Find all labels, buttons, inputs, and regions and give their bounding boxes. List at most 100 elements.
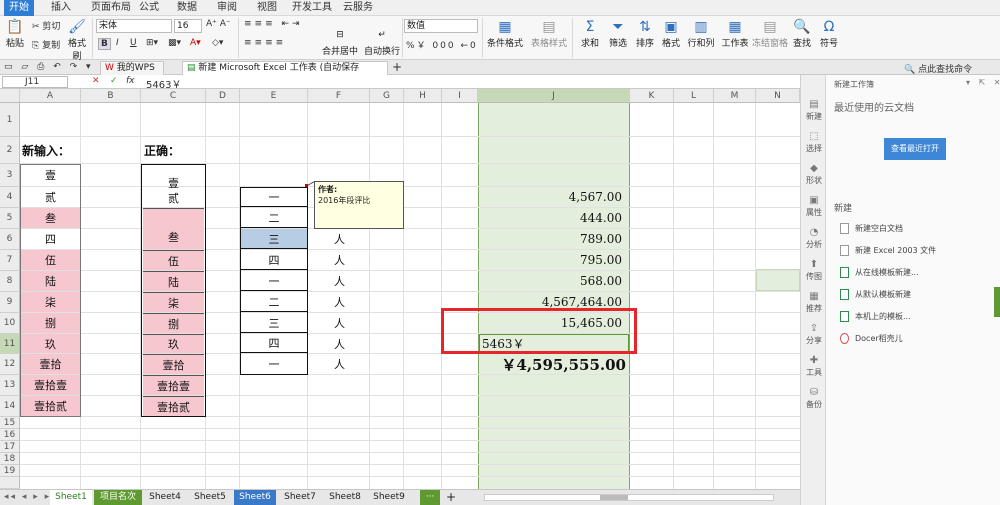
command-search[interactable]: 🔍 点此查找命令 — [904, 62, 972, 75]
italic-button[interactable]: I — [116, 38, 119, 48]
scrollbar-thumb[interactable] — [600, 495, 628, 500]
cell-c5[interactable]: 叁 — [143, 208, 204, 249]
cell-e7[interactable]: 四 — [241, 250, 307, 270]
cell-f6[interactable]: 人 — [334, 229, 345, 249]
sheet-tab-sheet9[interactable]: Sheet9 — [368, 490, 410, 505]
sidenav-property[interactable]: ▣ 属性 — [801, 195, 827, 218]
cell-a6[interactable]: 四 — [21, 229, 80, 249]
underline-button[interactable]: U — [130, 38, 137, 48]
confirm-icon[interactable]: ✓ — [110, 76, 118, 86]
cell-c9[interactable]: 柒 — [143, 292, 204, 312]
cell-e10[interactable]: 三 — [241, 313, 307, 333]
row-header-14[interactable]: 14 — [0, 396, 20, 417]
name-box[interactable]: J11 — [2, 76, 68, 88]
menu-data[interactable]: 数据 — [172, 0, 202, 16]
merge-center-button[interactable]: ⊟ 合并居中 — [318, 30, 362, 57]
menu-page-layout[interactable]: 页面布局 — [84, 0, 138, 16]
row-header-1[interactable]: 1 — [0, 103, 20, 137]
row-header-7[interactable]: 7 — [0, 250, 20, 271]
menu-cloud[interactable]: 云服务 — [338, 0, 378, 16]
menu-insert[interactable]: 插入 — [46, 0, 76, 16]
number-format-icons[interactable]: %￥ 000 ←0 — [406, 38, 478, 51]
panel-item-default-template[interactable]: 从默认模板新建 — [840, 289, 911, 300]
row-header-6[interactable]: 6 — [0, 229, 20, 250]
row-header-13[interactable]: 13 — [0, 375, 20, 396]
cell-f7[interactable]: 人 — [334, 250, 345, 270]
sidenav-tools[interactable]: ✚ 工具 — [801, 355, 827, 378]
sheet-tab-sheet4[interactable]: Sheet4 — [144, 490, 186, 505]
cell-e11[interactable]: 四 — [241, 334, 307, 353]
cell-f12[interactable]: 人 — [334, 354, 345, 374]
format-painter-button[interactable]: 🖌 格式刷 — [64, 18, 90, 62]
cell-c2[interactable]: 正确： — [144, 137, 180, 163]
align-left-icons[interactable]: ≡≡≡≡ — [244, 38, 286, 48]
comment-box[interactable]: 作者: 2016年段评比 — [314, 181, 404, 229]
cell-a9[interactable]: 柒 — [21, 292, 80, 312]
worksheet-button[interactable]: ▦ 工作表 — [718, 18, 752, 49]
panel-item-excel2003[interactable]: 新建 Excel 2003 文件 — [840, 245, 936, 256]
col-header-f[interactable]: F — [308, 89, 370, 103]
row-header-2[interactable]: 2 — [0, 137, 20, 164]
row-col-button[interactable]: ▥ 行和列 — [684, 18, 718, 49]
cell-f8[interactable]: 人 — [334, 271, 345, 291]
sheet-tab-sheet7[interactable]: Sheet7 — [278, 490, 322, 505]
col-header-d[interactable]: D — [206, 89, 240, 103]
cell-f9[interactable]: 人 — [334, 292, 345, 312]
sum-button[interactable]: Σ 求和 — [576, 18, 604, 49]
cell-j8[interactable]: 568.00 — [480, 271, 622, 291]
font-grow-icon[interactable]: A⁺ A⁻ — [206, 19, 231, 29]
menu-review[interactable]: 审阅 — [212, 0, 242, 16]
cell-a13[interactable]: 壹拾壹 — [21, 375, 80, 395]
sort-button[interactable]: ⇅ 排序 — [632, 18, 658, 49]
cell-c7[interactable]: 伍 — [143, 250, 204, 270]
menu-view[interactable]: 视图 — [252, 0, 282, 16]
number-format-select[interactable]: 数值 — [404, 19, 478, 33]
row-header-19[interactable]: 19 — [0, 465, 20, 477]
row-header-17[interactable]: 17 — [0, 441, 20, 453]
border-button[interactable]: ⊞▾ — [146, 38, 158, 48]
col-header-g[interactable]: G — [370, 89, 404, 103]
cell-e5[interactable]: 二 — [241, 208, 307, 228]
col-header-i[interactable]: I — [442, 89, 478, 103]
cell-f11[interactable]: 人 — [334, 334, 345, 353]
cell-a5[interactable]: 叁 — [21, 208, 80, 228]
fx-button[interactable]: fx — [126, 76, 135, 86]
sheet-more-button[interactable]: ··· — [420, 490, 440, 505]
cell-c14[interactable]: 壹拾贰 — [143, 396, 204, 416]
clear-format-button[interactable]: ◇▾ — [212, 38, 223, 48]
cell-e9[interactable]: 二 — [241, 292, 307, 312]
panel-collapse-tab[interactable] — [994, 287, 1000, 317]
cell-e8[interactable]: 一 — [241, 271, 307, 291]
col-header-h[interactable]: H — [404, 89, 442, 103]
row-header-10[interactable]: 10 — [0, 313, 20, 334]
freeze-button[interactable]: ▤ 冻结窗格 — [752, 18, 788, 49]
row-header-9[interactable]: 9 — [0, 292, 20, 313]
horizontal-scrollbar[interactable] — [484, 494, 774, 501]
row-header-11[interactable]: 11 — [0, 334, 20, 354]
sheet-tab-sheet6[interactable]: Sheet6 — [234, 490, 276, 505]
cell-a3[interactable]: 壹 — [21, 164, 80, 186]
sidenav-upload[interactable]: ⬆ 传图 — [801, 259, 827, 282]
row-header-3[interactable]: 3 — [0, 164, 20, 187]
sidenav-shape[interactable]: ◆ 形状 — [801, 163, 827, 186]
cell-a11[interactable]: 玖 — [21, 334, 80, 353]
new-tab-button[interactable]: + — [392, 60, 402, 74]
row-header-8[interactable]: 8 — [0, 271, 20, 292]
copy-button[interactable]: ⎘ 复制 — [32, 38, 60, 51]
view-recent-button[interactable]: 查看最近打开 — [884, 138, 946, 160]
quick-access-icons[interactable]: ▭ ▱ ⎙ ↶ ↷ ▾ — [4, 62, 94, 72]
spreadsheet-grid[interactable]: A B C D E F G H I J K L M N 1 2 3 4 5 6 … — [0, 89, 800, 489]
row-header-16[interactable]: 16 — [0, 429, 20, 441]
sidenav-analysis[interactable]: ◔ 分析 — [801, 227, 827, 250]
cell-a4[interactable]: 贰 — [21, 187, 80, 207]
row-header-12[interactable]: 12 — [0, 354, 20, 375]
cell-j7[interactable]: 795.00 — [480, 250, 622, 270]
cell-a12[interactable]: 壹拾 — [21, 354, 80, 374]
fill-color-button[interactable]: ▩▾ — [168, 38, 181, 48]
sidenav-new[interactable]: ▤ 新建 — [801, 99, 827, 122]
panel-item-blank[interactable]: 新建空白文档 — [840, 223, 903, 234]
cell-e4[interactable]: 一 — [241, 187, 307, 207]
add-sheet-button[interactable]: + — [444, 490, 458, 505]
sheet-tab-sheet5[interactable]: Sheet5 — [188, 490, 232, 505]
col-header-b[interactable]: B — [81, 89, 141, 103]
